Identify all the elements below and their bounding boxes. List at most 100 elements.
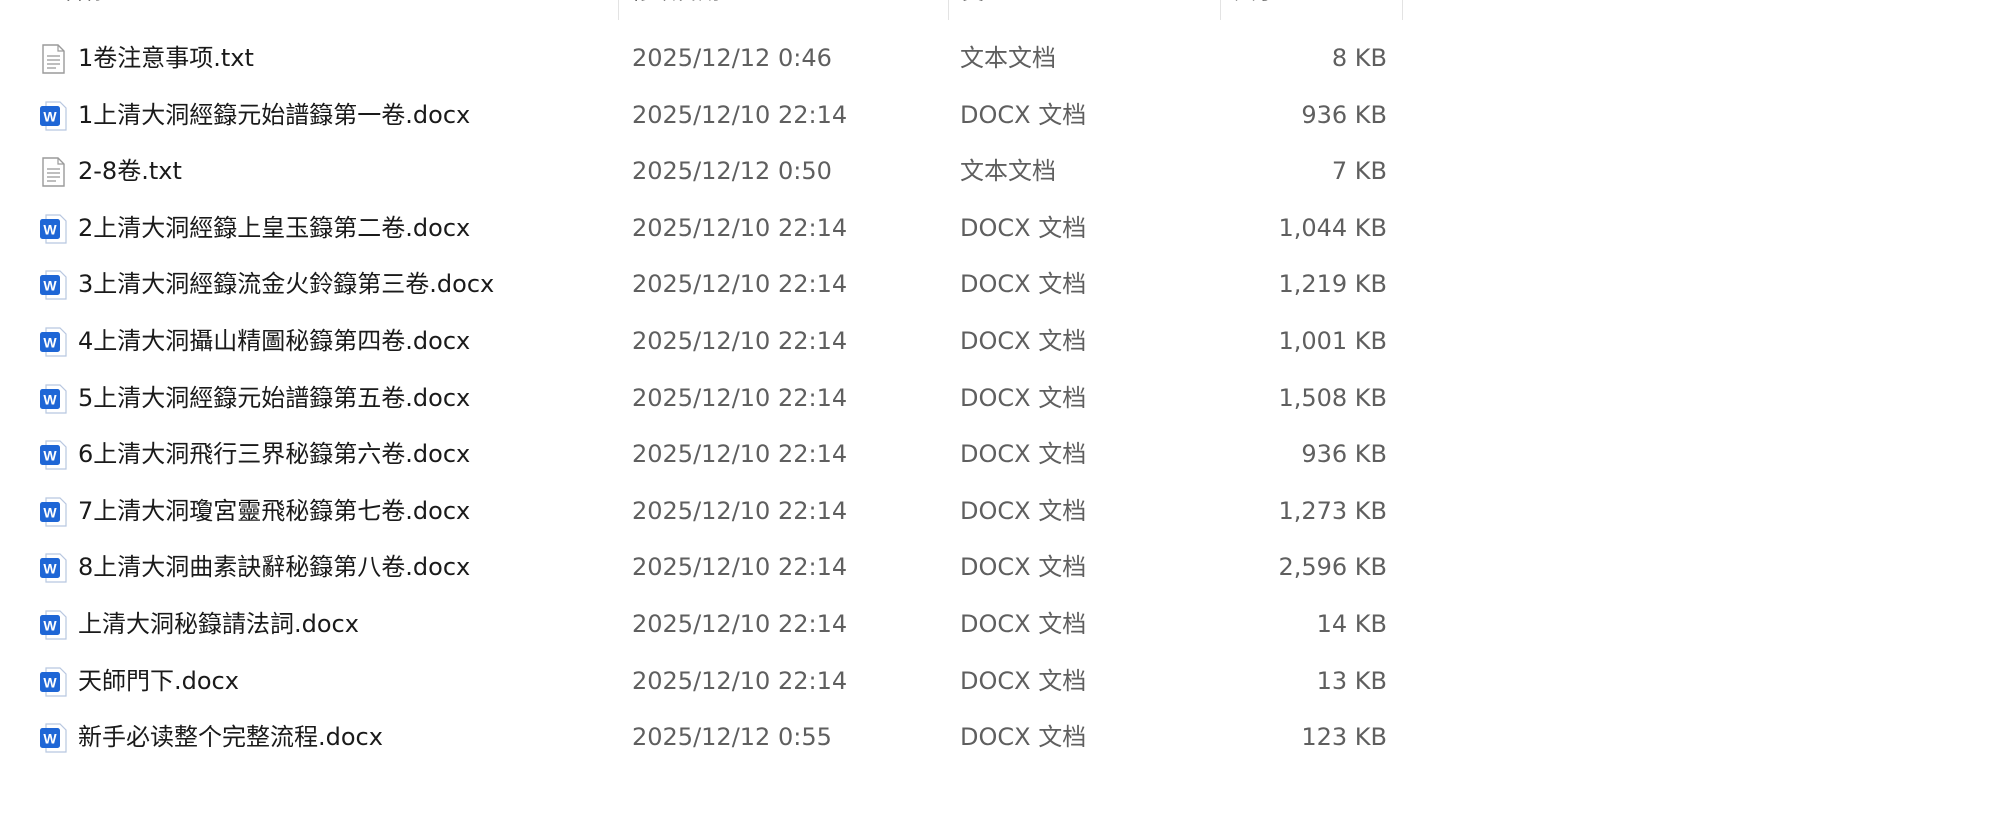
file-row[interactable]: W 5上清大洞經籙元始譜籙第五卷.docx 2025/12/10 22:14 DOCX… <box>0 370 1412 427</box>
svg-text:W: W <box>43 391 57 407</box>
column-header: 名称 修改日期 类型 大小 <box>0 0 1412 20</box>
file-modified-date: 2025/12/12 0:50 <box>632 157 832 186</box>
file-row[interactable]: W 1上清大洞經籙元始譜籙第一卷.docx 2025/12/10 22:14 DOCX… <box>0 87 1412 144</box>
file-size: 1,273 KB <box>1278 496 1387 525</box>
file-name[interactable]: 7上清大洞瓊宮靈飛秘籙第七卷.docx <box>78 483 608 540</box>
file-name[interactable]: 天師門下.docx <box>78 653 608 710</box>
svg-text:W: W <box>43 617 57 633</box>
file-type: 文本文档 <box>960 44 1056 72</box>
file-size: 1,044 KB <box>1278 213 1387 242</box>
file-modified-date: 2025/12/10 22:14 <box>632 666 848 695</box>
svg-text:W: W <box>43 448 57 464</box>
svg-text:W: W <box>43 334 57 350</box>
column-separator[interactable] <box>948 0 949 20</box>
file-modified-date: 2025/12/10 22:14 <box>632 496 848 525</box>
svg-text:W: W <box>43 504 57 520</box>
file-type: DOCX 文档 <box>960 496 1087 525</box>
word-doc-icon: W <box>38 666 68 698</box>
file-row[interactable]: W 7上清大洞瓊宮靈飛秘籙第七卷.docx 2025/12/10 22:14 DOCX… <box>0 483 1412 540</box>
file-rows: 1卷注意事项.txt 2025/12/12 0:46 文本文档 8 KB W 1上清大洞經… <box>0 30 1412 766</box>
file-size: 7 KB <box>1331 157 1387 186</box>
svg-text:W: W <box>43 221 57 237</box>
file-modified-date: 2025/12/10 22:14 <box>632 609 848 638</box>
file-type: DOCX 文档 <box>960 666 1087 695</box>
file-type: DOCX 文档 <box>960 609 1087 638</box>
file-list-view: 名称 修改日期 类型 大小 1卷注意事项.txt 2025/12/12 0:46 文… <box>0 0 2006 840</box>
file-icon-cell: W <box>38 709 68 766</box>
text-file-icon <box>38 43 68 75</box>
file-icon-cell <box>38 143 68 200</box>
column-header-size[interactable]: 大小 <box>1222 0 1402 20</box>
word-doc-icon: W <box>38 326 68 358</box>
file-icon-cell: W <box>38 200 68 257</box>
file-size: 2,596 KB <box>1278 553 1387 582</box>
file-name[interactable]: 5上清大洞經籙元始譜籙第五卷.docx <box>78 370 608 427</box>
column-separator[interactable] <box>618 0 619 20</box>
file-type: DOCX 文档 <box>960 213 1087 242</box>
file-size: 936 KB <box>1301 100 1387 129</box>
file-row[interactable]: W 4上清大洞攝山精圖秘籙第四卷.docx 2025/12/10 22:14 DOCX… <box>0 313 1412 370</box>
file-name[interactable]: 3上清大洞經籙流金火鈴籙第三卷.docx <box>78 256 608 313</box>
column-separator[interactable] <box>1402 0 1403 20</box>
file-row[interactable]: W 2上清大洞經籙上皇玉籙第二卷.docx 2025/12/10 22:14 DOCX… <box>0 200 1412 257</box>
file-modified-date: 2025/12/12 0:46 <box>632 44 832 72</box>
file-size: 936 KB <box>1301 440 1387 469</box>
file-row[interactable]: 1卷注意事项.txt 2025/12/12 0:46 文本文档 8 KB <box>0 30 1412 87</box>
text-file-icon <box>38 156 68 188</box>
file-name[interactable]: 4上清大洞攝山精圖秘籙第四卷.docx <box>78 313 608 370</box>
file-size: 1,219 KB <box>1278 270 1387 299</box>
file-name[interactable]: 2-8卷.txt <box>78 143 608 200</box>
file-icon-cell: W <box>38 426 68 483</box>
svg-text:W: W <box>43 561 57 577</box>
column-header-date[interactable]: 修改日期 <box>620 0 950 20</box>
file-type: DOCX 文档 <box>960 383 1087 412</box>
file-type: DOCX 文档 <box>960 100 1087 129</box>
file-row[interactable]: W 上清大洞秘籙請法詞.docx 2025/12/10 22:14 DOCX 文档 14… <box>0 596 1412 653</box>
word-doc-icon: W <box>38 722 68 754</box>
file-modified-date: 2025/12/10 22:14 <box>632 270 848 299</box>
file-icon-cell: W <box>38 313 68 370</box>
column-header-type[interactable]: 类型 <box>950 0 1220 20</box>
file-icon-cell: W <box>38 596 68 653</box>
word-doc-icon: W <box>38 609 68 641</box>
file-icon-cell: W <box>38 87 68 144</box>
file-name[interactable]: 1上清大洞經籙元始譜籙第一卷.docx <box>78 87 608 144</box>
file-type: DOCX 文档 <box>960 326 1087 355</box>
file-type: DOCX 文档 <box>960 553 1087 582</box>
word-doc-icon: W <box>38 269 68 301</box>
svg-text:W: W <box>43 674 57 690</box>
file-row[interactable]: W 6上清大洞飛行三界秘籙第六卷.docx 2025/12/10 22:14 DOCX… <box>0 426 1412 483</box>
file-icon-cell <box>38 30 68 87</box>
word-doc-icon: W <box>38 439 68 471</box>
file-type: 文本文档 <box>960 157 1056 186</box>
word-doc-icon: W <box>38 100 68 132</box>
file-modified-date: 2025/12/12 0:55 <box>632 723 832 752</box>
file-row[interactable]: W 3上清大洞經籙流金火鈴籙第三卷.docx 2025/12/10 22:14 DOC… <box>0 256 1412 313</box>
svg-text:W: W <box>43 731 57 747</box>
file-modified-date: 2025/12/10 22:14 <box>632 383 848 412</box>
svg-text:W: W <box>43 108 57 124</box>
file-name[interactable]: 1卷注意事项.txt <box>78 30 608 87</box>
column-separator[interactable] <box>1220 0 1221 20</box>
file-modified-date: 2025/12/10 22:14 <box>632 440 848 469</box>
svg-text:W: W <box>43 278 57 294</box>
file-row[interactable]: W 天師門下.docx 2025/12/10 22:14 DOCX 文档 13 KB <box>0 653 1412 710</box>
file-name[interactable]: 上清大洞秘籙請法詞.docx <box>78 596 608 653</box>
file-name[interactable]: 新手必读整个完整流程.docx <box>78 709 608 766</box>
file-name[interactable]: 2上清大洞經籙上皇玉籙第二卷.docx <box>78 200 608 257</box>
file-name[interactable]: 8上清大洞曲素訣辭秘籙第八卷.docx <box>78 539 608 596</box>
file-icon-cell: W <box>38 370 68 427</box>
word-doc-icon: W <box>38 213 68 245</box>
file-type: DOCX 文档 <box>960 270 1087 299</box>
column-header-name[interactable]: 名称 <box>50 0 620 20</box>
file-row[interactable]: W 新手必读整个完整流程.docx 2025/12/12 0:55 DOCX 文档 12… <box>0 709 1412 766</box>
word-doc-icon: W <box>38 496 68 528</box>
file-row[interactable]: W 8上清大洞曲素訣辭秘籙第八卷.docx 2025/12/10 22:14 DOCX… <box>0 539 1412 596</box>
file-icon-cell: W <box>38 539 68 596</box>
word-doc-icon: W <box>38 383 68 415</box>
file-modified-date: 2025/12/10 22:14 <box>632 553 848 582</box>
file-row[interactable]: 2-8卷.txt 2025/12/12 0:50 文本文档 7 KB <box>0 143 1412 200</box>
file-name[interactable]: 6上清大洞飛行三界秘籙第六卷.docx <box>78 426 608 483</box>
file-size: 14 KB <box>1316 609 1387 638</box>
file-size: 8 KB <box>1331 44 1387 72</box>
